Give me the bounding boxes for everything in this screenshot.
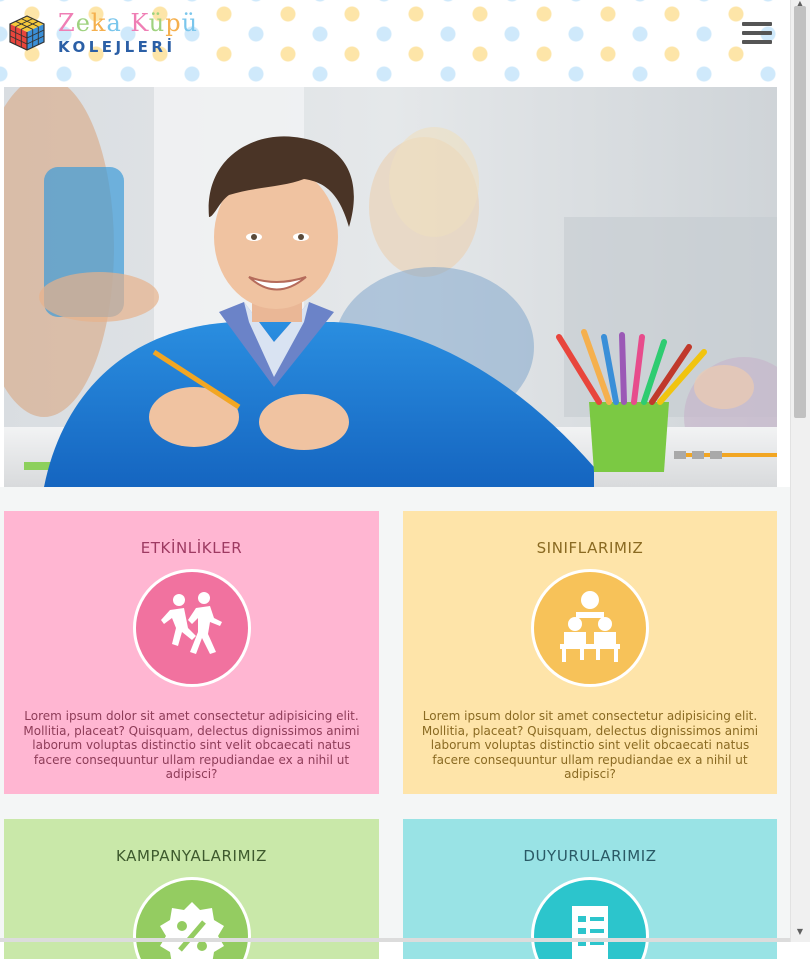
card-title: ETKİNLİKLER: [140, 539, 243, 557]
scroll-down-arrow-icon[interactable]: ▼: [795, 928, 805, 936]
logo-title: Zeka Küpü: [58, 9, 199, 37]
hamburger-menu-icon[interactable]: [742, 22, 772, 46]
percent-discount-icon: [132, 877, 251, 959]
card-title: KAMPANYALARIMIZ: [115, 847, 268, 865]
card-text: Lorem ipsum dolor sit amet consectetur a…: [421, 709, 759, 782]
classroom-desk-icon: [531, 569, 649, 687]
features-section: ETKİNLİKLER Lorem ipsum dolor sit amet c…: [0, 487, 790, 959]
logo-subtitle: KOLEJLERİ: [58, 38, 176, 56]
announcement-document-icon: [531, 877, 649, 959]
rubik-cube-icon: [9, 15, 45, 51]
card-etkinlikler[interactable]: ETKİNLİKLER Lorem ipsum dolor sit amet c…: [4, 511, 379, 794]
slide-dot[interactable]: [674, 451, 686, 459]
card-title: SINIFLARIMIZ: [536, 539, 644, 557]
site-logo[interactable]: Zeka Küpü KOLEJLERİ: [8, 10, 198, 56]
hero-image: [4, 87, 777, 487]
horizontal-scrollbar-track: [0, 938, 790, 942]
children-running-icon: [132, 569, 251, 687]
card-text: Lorem ipsum dolor sit amet consectetur a…: [23, 709, 360, 782]
card-title: DUYURULARIMIZ: [523, 847, 657, 865]
card-siniflarimiz[interactable]: SINIFLARIMIZ Lorem ipsum dolor sit amet …: [403, 511, 777, 794]
site-header: Zeka Küpü KOLEJLERİ: [0, 0, 790, 86]
slider-pagination: [674, 451, 722, 459]
hero-slider: [4, 87, 777, 487]
scrollbar-thumb[interactable]: [794, 6, 806, 418]
slide-dot[interactable]: [692, 451, 704, 459]
slide-dot[interactable]: [710, 451, 722, 459]
